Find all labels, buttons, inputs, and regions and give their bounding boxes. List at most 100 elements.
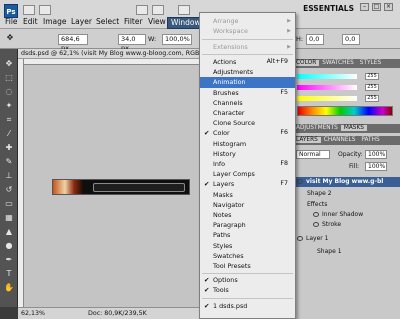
mini-bridge-icon[interactable] — [39, 5, 51, 15]
menu-item-swatches[interactable]: Swatches — [200, 251, 295, 261]
slider-track-r[interactable] — [297, 74, 357, 79]
color-slider-r[interactable]: 255 — [297, 73, 387, 80]
menu-item-masks[interactable]: Masks — [200, 190, 295, 200]
move-tool-icon[interactable]: ✥ — [4, 33, 16, 43]
healing-brush-icon[interactable]: ✚ — [3, 143, 15, 153]
layer-row[interactable]: Shape 1 — [293, 247, 400, 257]
slider-value-b[interactable]: 255 — [365, 95, 379, 102]
maximize-icon[interactable]: □ — [372, 3, 381, 11]
screen-mode-icon[interactable] — [136, 5, 148, 15]
menu-item-info[interactable]: Info F8 — [200, 159, 295, 169]
clone-stamp-icon[interactable]: ⊥ — [3, 171, 15, 181]
color-slider-b[interactable]: 255 — [297, 95, 387, 102]
tab-layers[interactable]: LAYERS — [293, 137, 321, 143]
minimize-icon[interactable]: – — [360, 3, 369, 11]
menu-item-workspace[interactable]: Workspace ▶ — [200, 26, 295, 36]
history-brush-icon[interactable]: ↺ — [3, 185, 15, 195]
type-tool-icon[interactable]: T — [3, 269, 15, 279]
slider-value-r[interactable]: 255 — [365, 73, 379, 80]
zoom-level[interactable]: 62,13% — [21, 308, 45, 319]
menu-item-color[interactable]: ✔ Color F6 — [200, 128, 295, 138]
menu-item-tool-presets[interactable]: Tool Presets — [200, 261, 295, 271]
pen-tool-icon[interactable]: ✒ — [3, 255, 15, 265]
tab-styles[interactable]: STYLES — [357, 60, 384, 66]
eye-icon[interactable] — [297, 236, 303, 241]
fill-field[interactable]: 100% — [365, 162, 387, 171]
menu-item-clone-source[interactable]: Clone Source — [200, 118, 295, 128]
arrange-documents-icon[interactable] — [178, 5, 190, 15]
brush-tool-icon[interactable]: ✎ — [3, 157, 15, 167]
menu-item-tools[interactable]: ✔ Tools — [200, 285, 295, 295]
slider-value-g[interactable]: 255 — [365, 84, 379, 91]
v-skew-field[interactable]: 0,0 — [342, 34, 360, 45]
tab-color[interactable]: COLOR — [293, 60, 320, 66]
lasso-tool-icon[interactable]: ◌ — [3, 87, 15, 97]
hand-tool-icon[interactable]: ✋ — [3, 283, 15, 293]
menu-item-paths[interactable]: Paths — [200, 230, 295, 240]
h-skew-field[interactable]: 0,0 — [306, 34, 324, 45]
layer-effect-row[interactable]: Stroke — [293, 220, 400, 230]
blend-mode-select[interactable]: Normal — [296, 150, 330, 159]
menu-item-options[interactable]: ✔ Options — [200, 275, 295, 285]
zoom-level-icon[interactable] — [152, 5, 164, 15]
menu-select[interactable]: Select — [96, 17, 119, 27]
menu-item-histogram[interactable]: Histogram — [200, 139, 295, 149]
eye-icon[interactable] — [297, 179, 303, 184]
color-spectrum[interactable] — [297, 106, 393, 116]
tab-masks[interactable]: MASKS — [340, 125, 367, 131]
tab-adjustments[interactable]: ADJUSTMENTS — [293, 125, 341, 131]
menu-item-channels[interactable]: Channels — [200, 98, 295, 108]
menu-item-navigator[interactable]: Navigator — [200, 200, 295, 210]
menu-item-layers[interactable]: ✔ Layers F7 — [200, 179, 295, 189]
menu-image[interactable]: Image — [43, 17, 67, 27]
document-tab[interactable]: dsds.psd @ 62,1% (visit My Blog www.g-bl… — [18, 49, 220, 59]
y-position-field[interactable]: 34,0 px — [118, 34, 146, 52]
eyedropper-icon[interactable]: ⁄ — [3, 129, 15, 139]
gradient-tool-icon[interactable]: ▦ — [3, 213, 15, 223]
tab-channels[interactable]: CHANNELS — [321, 137, 359, 143]
menu-edit[interactable]: Edit — [23, 17, 38, 27]
eye-icon[interactable] — [313, 222, 319, 227]
menu-view[interactable]: View — [148, 17, 166, 27]
crop-tool-icon[interactable]: ⌗ — [3, 115, 15, 125]
menu-item-layer-comps[interactable]: Layer Comps — [200, 169, 295, 179]
eraser-icon[interactable]: ▭ — [3, 199, 15, 209]
layer-effects-row[interactable]: Effects — [293, 200, 400, 210]
tab-paths[interactable]: PATHS — [358, 137, 382, 143]
layer-row[interactable]: Shape 2 — [293, 189, 400, 199]
menu-item-animation[interactable]: Animation — [200, 77, 295, 88]
menu-item-actions[interactable]: Actions Alt+F9 — [200, 57, 295, 67]
menu-layer[interactable]: Layer — [71, 17, 92, 27]
close-icon[interactable]: × — [384, 3, 393, 11]
color-slider-g[interactable]: 255 — [297, 84, 387, 91]
menu-item-brushes[interactable]: Brushes F5 — [200, 88, 295, 98]
menu-item-paragraph[interactable]: Paragraph — [200, 220, 295, 230]
menu-item-notes[interactable]: Notes — [200, 210, 295, 220]
width-field[interactable]: 100,0% — [162, 34, 192, 45]
x-position-field[interactable]: 684,6 px — [58, 34, 88, 52]
magic-wand-icon[interactable]: ✦ — [3, 101, 15, 111]
menu-item-styles[interactable]: Styles — [200, 241, 295, 251]
menu-filter[interactable]: Filter — [124, 17, 143, 27]
eye-icon[interactable] — [313, 212, 319, 217]
menu-item-character[interactable]: Character — [200, 108, 295, 118]
layer-row[interactable]: visit My Blog www.g-bl — [293, 177, 400, 187]
move-tool-icon[interactable]: ✥ — [3, 59, 15, 69]
menu-item-arrange[interactable]: Arrange ▶ — [200, 16, 295, 26]
menu-item-open-document[interactable]: ✔ 1 dsds.psd — [200, 301, 295, 311]
slider-track-g[interactable] — [297, 85, 357, 90]
menu-file[interactable]: File — [5, 17, 18, 27]
opacity-field[interactable]: 100% — [365, 150, 387, 159]
layer-row[interactable]: Layer 1 — [293, 234, 400, 244]
menu-item-history[interactable]: History — [200, 149, 295, 159]
layer-effect-row[interactable]: Inner Shadow — [293, 210, 400, 220]
marquee-tool-icon[interactable]: ⬚ — [3, 73, 15, 83]
menu-item-adjustments[interactable]: Adjustments — [200, 67, 295, 77]
slider-track-b[interactable] — [297, 96, 357, 101]
blur-tool-icon[interactable]: ▲ — [3, 227, 15, 237]
bridge-icon[interactable] — [23, 5, 35, 15]
menu-item-extensions[interactable]: Extensions ▶ — [200, 42, 295, 52]
dodge-tool-icon[interactable]: ● — [3, 241, 15, 251]
tab-swatches[interactable]: SWATCHES — [319, 60, 357, 66]
workspace-switcher[interactable]: ESSENTIALS — [303, 4, 354, 13]
